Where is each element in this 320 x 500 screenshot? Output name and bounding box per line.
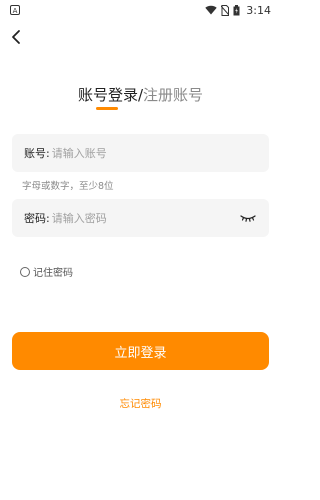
wifi-icon: [205, 5, 217, 15]
status-bar: A 3:14: [0, 0, 281, 20]
battery-icon: [233, 4, 240, 16]
back-button[interactable]: [8, 28, 24, 46]
status-time: 3:14: [246, 3, 271, 17]
tab-account-login[interactable]: 账号登录: [78, 86, 138, 104]
login-button[interactable]: 立即登录: [12, 332, 269, 370]
password-input[interactable]: [51, 211, 239, 225]
active-tab-indicator: [96, 107, 118, 110]
status-left: A: [10, 5, 20, 15]
forgot-password-link[interactable]: 忘记密码: [0, 396, 281, 411]
account-hint: 字母或数字，至少8位: [22, 181, 114, 192]
app-notification-icon: A: [10, 5, 20, 15]
remember-password-label: 记住密码: [33, 268, 73, 279]
tab-register[interactable]: 注册账号: [143, 86, 203, 104]
chevron-left-icon: [12, 30, 20, 44]
no-sim-icon: [221, 4, 230, 16]
auth-tabs: 账号登录/注册账号: [0, 84, 281, 105]
password-field[interactable]: 密码:: [12, 199, 269, 237]
account-input[interactable]: [51, 146, 257, 160]
account-label: 账号:: [24, 147, 50, 160]
account-field[interactable]: 账号:: [12, 134, 269, 172]
remember-password-option[interactable]: 记住密码: [20, 264, 73, 279]
remember-password-radio[interactable]: [20, 266, 30, 277]
eye-closed-icon[interactable]: [239, 212, 257, 224]
password-label: 密码:: [24, 212, 50, 225]
status-right: 3:14: [205, 4, 271, 17]
